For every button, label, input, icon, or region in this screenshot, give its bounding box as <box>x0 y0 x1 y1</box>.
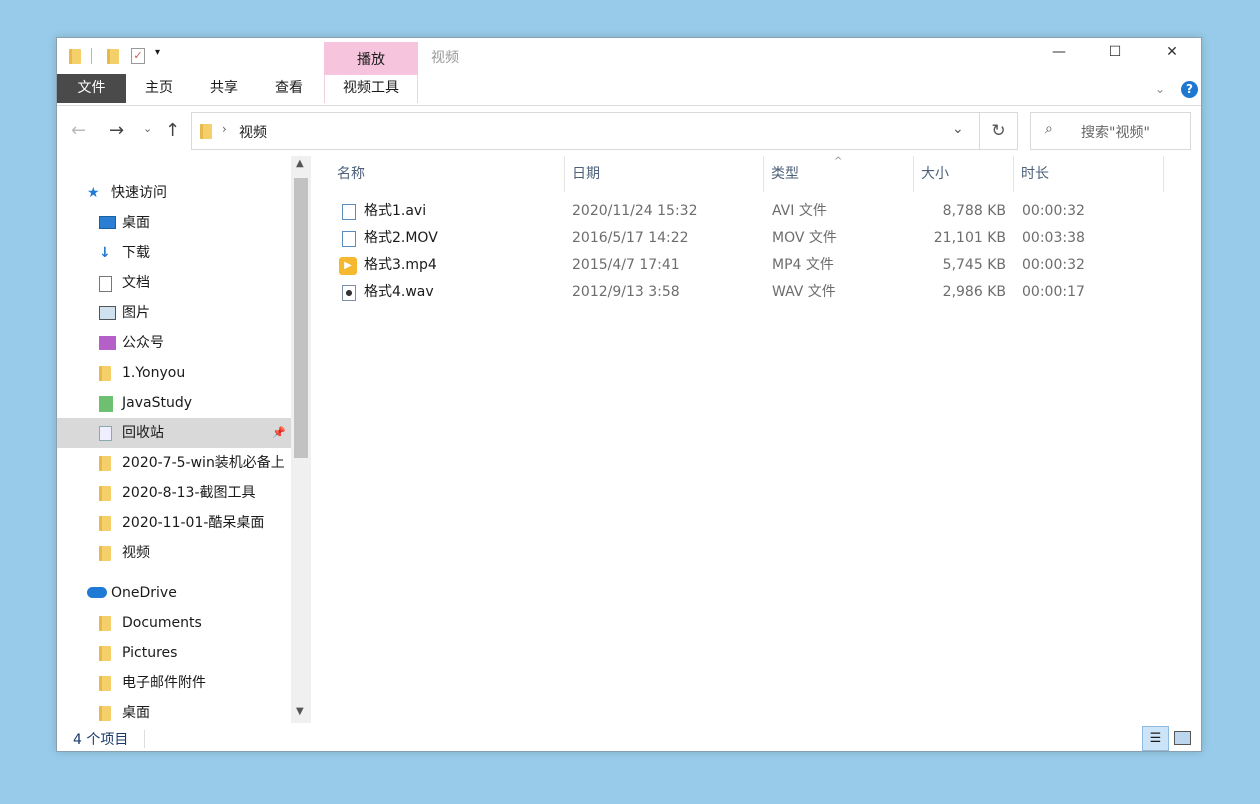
back-button[interactable]: ← <box>71 120 86 141</box>
search-placeholder: 搜索"视频" <box>1081 122 1150 142</box>
document-icon <box>99 276 112 292</box>
folder-icon <box>69 49 81 64</box>
folder-icon <box>99 546 111 561</box>
explorer-window: ✓ ▾ 播放 视频 — ☐ ✕ 文件 主页 共享 查看 视频工具 ⌄ ? ← →… <box>56 37 1202 752</box>
sort-ascending-icon: ^ <box>834 144 842 180</box>
folder-icon <box>99 336 116 350</box>
recycle-bin-icon <box>99 426 112 441</box>
nav-quick-access[interactable]: ★快速访问 <box>87 178 291 208</box>
nav-item-onedrive-pictures[interactable]: Pictures <box>87 638 291 668</box>
search-input[interactable]: ⌕ 搜索"视频" <box>1030 112 1191 150</box>
up-button[interactable]: ↑ <box>165 120 180 141</box>
file-row[interactable]: ▶格式3.mp42015/4/7 17:41MP4 文件5,745 KB00:0… <box>337 252 1167 279</box>
nav-item-folder[interactable]: 2020-7-5-win装机必备上 <box>87 448 291 478</box>
minimize-button[interactable]: — <box>1039 44 1079 60</box>
details-view-button[interactable]: ☰ <box>1142 726 1169 751</box>
column-header-date[interactable]: 日期 <box>565 156 764 192</box>
divider <box>91 48 92 64</box>
divider <box>144 730 145 748</box>
desktop-icon <box>99 216 116 229</box>
tab-share[interactable]: 共享 <box>192 74 256 103</box>
chevron-right-icon: › <box>222 122 227 136</box>
video-file-icon <box>342 231 356 247</box>
folder-icon <box>99 676 111 691</box>
large-icons-view-button[interactable] <box>1174 731 1191 745</box>
search-icon: ⌕ <box>1045 121 1053 137</box>
forward-button[interactable]: → <box>109 120 124 141</box>
column-header-size[interactable]: 大小 <box>914 156 1014 192</box>
refresh-button[interactable]: ↻ <box>979 112 1018 150</box>
nav-item-video[interactable]: 视频 <box>87 538 291 568</box>
nav-item-recycle-bin[interactable]: 回收站📌 <box>57 418 291 448</box>
folder-icon <box>99 706 111 721</box>
file-row[interactable]: 格式4.wav2012/9/13 3:58WAV 文件2,986 KB00:00… <box>337 279 1167 306</box>
tab-video-tools[interactable]: 视频工具 <box>324 74 418 103</box>
video-file-icon <box>342 204 356 220</box>
file-row[interactable]: 格式1.avi2020/11/24 15:32AVI 文件8,788 KB00:… <box>337 198 1167 225</box>
folder-icon <box>99 486 111 501</box>
column-header-duration[interactable]: 时长 <box>1014 156 1164 192</box>
address-bar[interactable]: › 视频 ⌄ <box>191 112 1018 150</box>
address-dropdown-icon[interactable]: ⌄ <box>952 121 964 137</box>
nav-item-onedrive-desktop[interactable]: 桌面 <box>87 698 291 728</box>
scroll-down-icon[interactable]: ▼ <box>296 706 304 717</box>
navigation-pane: ★快速访问 桌面📌 ↓下载📌 文档📌 图片📌 公众号📌 1.Yonyou📌 Ja… <box>57 156 312 723</box>
tab-file[interactable]: 文件 <box>57 74 126 103</box>
audio-file-icon <box>342 285 356 301</box>
nav-item-desktop[interactable]: 桌面📌 <box>87 208 291 238</box>
star-icon: ★ <box>87 178 100 208</box>
pictures-icon <box>99 306 116 320</box>
nav-item-yonyou[interactable]: 1.Yonyou📌 <box>87 358 291 388</box>
play-file-icon: ▶ <box>339 257 357 275</box>
nav-item-folder[interactable]: 2020-11-01-酷呆桌面 <box>87 508 291 538</box>
folder-icon <box>99 396 113 412</box>
expand-ribbon-icon[interactable]: ⌄ <box>1155 82 1165 96</box>
divider <box>57 105 1201 106</box>
folder-icon <box>200 124 212 139</box>
column-header-name[interactable]: 名称 <box>337 156 565 192</box>
breadcrumb-current[interactable]: 视频 <box>239 122 267 142</box>
customize-dropdown-icon[interactable]: ▾ <box>155 47 160 58</box>
column-header-type[interactable]: 类型^ <box>764 156 914 192</box>
tab-view[interactable]: 查看 <box>256 74 322 103</box>
folder-icon <box>99 646 111 661</box>
nav-item-gongzhonghao[interactable]: 公众号📌 <box>87 328 291 358</box>
pin-icon[interactable]: 📌 <box>272 418 286 448</box>
nav-item-folder[interactable]: 2020-8-13-截图工具 <box>87 478 291 508</box>
nav-item-onedrive-documents[interactable]: Documents <box>87 608 291 638</box>
contextual-tab-header: 播放 <box>324 42 418 75</box>
window-title: 视频 <box>431 47 459 67</box>
help-button[interactable]: ? <box>1181 81 1198 98</box>
folder-icon <box>99 616 111 631</box>
download-icon: ↓ <box>99 238 111 268</box>
status-item-count: 4 个项目 <box>73 729 128 749</box>
nav-item-pictures[interactable]: 图片📌 <box>87 298 291 328</box>
new-folder-icon[interactable] <box>107 49 119 64</box>
folder-icon <box>99 366 111 381</box>
folder-icon <box>99 516 111 531</box>
scrollbar-thumb[interactable] <box>294 178 308 458</box>
nav-item-documents[interactable]: 文档📌 <box>87 268 291 298</box>
nav-onedrive[interactable]: OneDrive <box>87 578 291 608</box>
file-row[interactable]: 格式2.MOV2016/5/17 14:22MOV 文件21,101 KB00:… <box>337 225 1167 252</box>
cloud-icon <box>87 587 107 598</box>
nav-item-onedrive-attachments[interactable]: 电子邮件附件 <box>87 668 291 698</box>
nav-scrollbar[interactable]: ▲ ▼ <box>291 156 311 723</box>
tab-home[interactable]: 主页 <box>126 74 192 103</box>
properties-icon[interactable]: ✓ <box>131 48 145 64</box>
nav-item-downloads[interactable]: ↓下载📌 <box>87 238 291 268</box>
scroll-up-icon[interactable]: ▲ <box>296 158 304 169</box>
recent-locations-icon[interactable]: ⌄ <box>143 122 152 135</box>
nav-item-javastudy[interactable]: JavaStudy📌 <box>87 388 291 418</box>
close-button[interactable]: ✕ <box>1152 44 1192 60</box>
folder-icon <box>99 456 111 471</box>
maximize-button[interactable]: ☐ <box>1095 44 1135 60</box>
